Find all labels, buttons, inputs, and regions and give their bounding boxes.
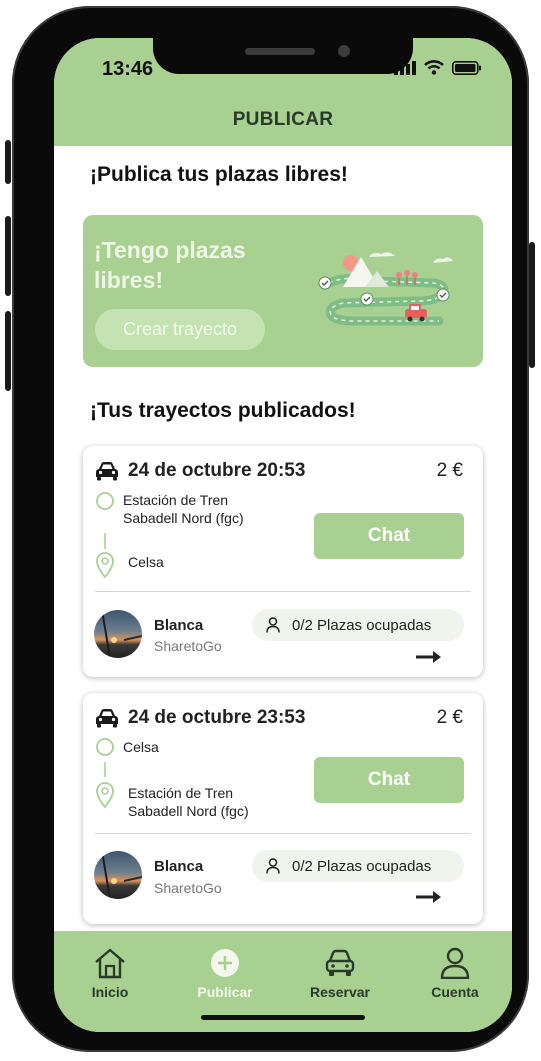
user-icon [440, 947, 470, 980]
tab-label: Cuenta [431, 984, 479, 1000]
home-indicator[interactable] [201, 1015, 365, 1020]
wifi-icon [424, 60, 444, 75]
publish-section-title: ¡Publica tus plazas libres! [90, 163, 348, 186]
promo-title: ¡Tengo plazas libres! [94, 237, 246, 293]
screen: 13:46 PUBLICAR ¡Publica tus plazas libre… [54, 38, 512, 1032]
tab-label: Reservar [310, 984, 370, 1000]
trip-date: 24 de octubre 20:53 [128, 460, 306, 481]
notch [153, 38, 413, 74]
phone-frame: 13:46 PUBLICAR ¡Publica tus plazas libre… [5, 6, 535, 1052]
driver-name: Blanca [154, 858, 204, 875]
battery-icon [452, 60, 481, 75]
card-divider [95, 591, 471, 592]
page-title: PUBLICAR [232, 109, 334, 130]
tab-publicar[interactable]: Publicar [175, 947, 275, 1000]
trip-price: 2 € [436, 460, 463, 481]
trip-illustration [318, 252, 453, 326]
person-icon [266, 858, 280, 874]
seats-text: 0/2 Plazas ocupadas [292, 857, 432, 875]
route-line-icon [96, 492, 114, 579]
avatar[interactable] [94, 610, 142, 658]
trip-price: 2 € [436, 707, 463, 728]
home-icon [95, 948, 125, 979]
mute-switch [5, 140, 11, 184]
avatar-photo [101, 851, 142, 899]
trip-origin: Estación de Tren Sabadell Nord (fgc) [123, 492, 244, 526]
tab-inicio[interactable]: Inicio [60, 947, 160, 1000]
create-trip-button[interactable]: Crear trayecto [95, 309, 265, 350]
tab-cuenta[interactable]: Cuenta [405, 947, 505, 1000]
seats-text: 0/2 Plazas ocupadas [292, 616, 432, 634]
top-header: 13:46 PUBLICAR [54, 38, 512, 146]
tab-label: Publicar [197, 984, 253, 1000]
trip-destination: Estación de Tren Sabadell Nord (fgc) [128, 785, 249, 819]
trip-origin: Celsa [123, 739, 159, 755]
avatar-photo [101, 610, 142, 658]
camera [338, 45, 350, 57]
tab-reservar[interactable]: Reservar [290, 947, 390, 1000]
trip-card[interactable]: 24 de octubre 23:53 2 € Celsa Estación d… [83, 693, 483, 924]
car-icon [325, 949, 355, 976]
seats-badge: 0/2 Plazas ocupadas [252, 609, 464, 641]
tab-label: Inicio [91, 984, 129, 1000]
bottom-tab-bar: Inicio Publicar Reservar Cuenta [54, 931, 512, 1032]
arrow-right-icon[interactable] [416, 650, 442, 664]
status-time: 13:46 [102, 58, 154, 80]
route-line-icon [96, 738, 114, 809]
trips-section-title: ¡Tus trayectos publicados! [90, 399, 356, 422]
person-icon [266, 617, 280, 633]
car-icon [96, 462, 118, 481]
car-icon [96, 709, 118, 728]
avatar[interactable] [94, 851, 142, 899]
chat-button[interactable]: Chat [314, 757, 464, 803]
volume-down-button [5, 311, 11, 391]
power-button [529, 242, 535, 368]
driver-name: Blanca [154, 617, 204, 634]
trip-date: 24 de octubre 23:53 [128, 707, 306, 728]
promo-card: ¡Tengo plazas libres! Crear trayecto [83, 215, 483, 367]
volume-up-button [5, 216, 11, 296]
trip-destination: Celsa [128, 554, 164, 570]
main-content[interactable]: ¡Publica tus plazas libres! ¡Tengo plaza… [54, 146, 512, 931]
card-divider [95, 833, 471, 834]
driver-org: SharetoGo [154, 880, 222, 896]
trip-card[interactable]: 24 de octubre 20:53 2 € Estación de Tren… [83, 446, 483, 677]
plus-circle-icon [211, 949, 239, 977]
arrow-right-icon[interactable] [416, 890, 442, 904]
seats-badge: 0/2 Plazas ocupadas [252, 850, 464, 882]
chat-button[interactable]: Chat [314, 513, 464, 559]
speaker [245, 48, 315, 55]
driver-org: SharetoGo [154, 638, 222, 654]
